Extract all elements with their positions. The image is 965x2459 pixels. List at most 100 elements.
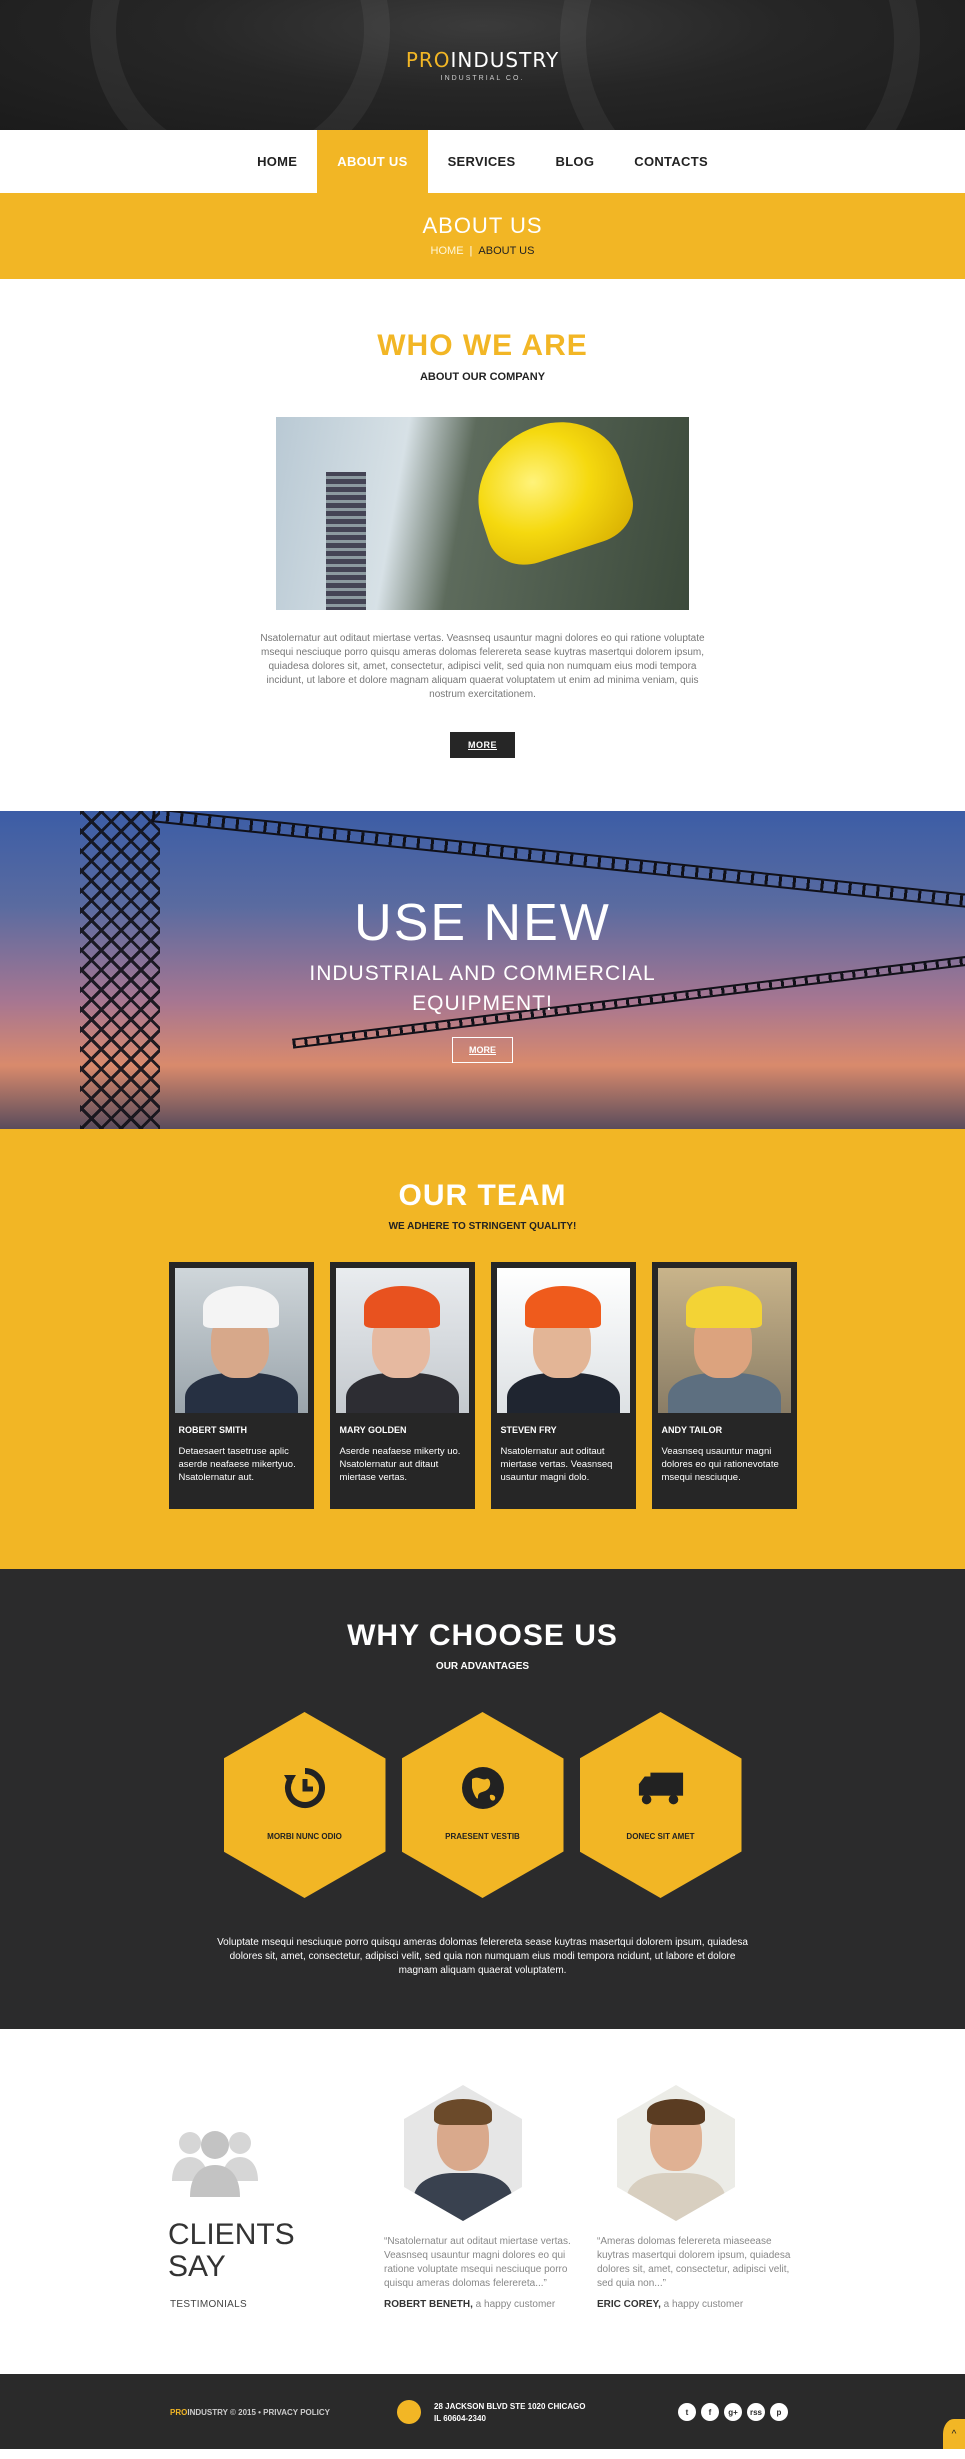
testimonial: “Ameras dolomas felerereta miaseease kuy… [597, 2085, 797, 2310]
banner-more-button[interactable]: MORE [452, 1037, 513, 1063]
logo[interactable]: PROINDUSTRY INDUSTRIAL CO. [0, 48, 965, 82]
testimonial-author: ROBERT BENETH, a happy customer [384, 2299, 584, 2310]
photo-hardhat [202, 1286, 279, 1328]
breadcrumb-separator: | [469, 245, 473, 257]
site-footer: PROINDUSTRY © 2015 • PRIVACY POLICY 28 J… [0, 2374, 965, 2449]
photo-body [667, 1373, 781, 1413]
client-avatar [404, 2085, 522, 2221]
rss-icon[interactable]: rss [747, 2403, 765, 2421]
breadcrumb: HOME | ABOUT US [0, 245, 965, 257]
team-member-name: ROBERT SMITH [178, 1425, 248, 1435]
testimonial-quote: “Nsatolernatur aut oditaut miertase vert… [384, 2236, 571, 2289]
breadcrumb-home[interactable]: HOME [431, 245, 464, 257]
nav-services[interactable]: SERVICES [428, 130, 536, 193]
globe-icon [397, 2400, 421, 2424]
team-member-name: ANDY TAILOR [661, 1425, 723, 1435]
avatar-hair [647, 2099, 705, 2125]
pinterest-icon[interactable]: p [770, 2403, 788, 2421]
team-card[interactable]: ANDY TAILOR Veasnseq usauntur magni dolo… [651, 1262, 797, 1509]
nav-about-us[interactable]: ABOUT US [317, 130, 428, 193]
more-button[interactable]: MORE [450, 732, 515, 758]
section-subtitle: WE ADHERE TO STRINGENT QUALITY! [388, 1221, 577, 1232]
author-name: ROBERT BENETH, [384, 2299, 473, 2310]
advantage-label: PRAESENT VESTIB [445, 1832, 520, 1841]
address: 28 JACKSON BLVD STE 1020 CHICAGO IL 6060… [434, 2401, 585, 2425]
main-nav: HOME ABOUT US SERVICES BLOG CONTACTS [0, 130, 965, 193]
photo-body [506, 1373, 620, 1413]
section-title: WHY CHOOSE US [347, 1619, 618, 1652]
advantages: MORBI NUNC ODIO PRAESENT VESTIB DONEC SI… [0, 1712, 965, 1898]
team-member-desc: Detaesaert tasetruse aplic aserde neafae… [178, 1446, 296, 1483]
banner-subline: INDUSTRIAL AND COMMERCIAL EQUIPMENT! [309, 962, 656, 1015]
section-subtitle: OUR ADVANTAGES [435, 1661, 530, 1672]
why-choose-us-section: WHY CHOOSE US OUR ADVANTAGES MORBI NUNC … [0, 1569, 965, 2029]
address-line: IL 60604-2340 [434, 2414, 486, 2423]
team-card[interactable]: ROBERT SMITH Detaesaert tasetruse aplic … [168, 1262, 314, 1509]
copyright-text[interactable]: INDUSTRY © 2015 • PRIVACY POLICY [187, 2408, 330, 2417]
photo-body [345, 1373, 459, 1413]
clients-title-line: CLIENTS [168, 2218, 295, 2251]
team-photo [335, 1268, 469, 1413]
users-group-icon [170, 2121, 260, 2201]
twitter-icon[interactable]: t [678, 2403, 696, 2421]
address-line: 28 JACKSON BLVD STE 1020 CHICAGO [434, 2402, 586, 2411]
author-name: ERIC COREY, [597, 2299, 661, 2310]
why-text: Voluptate msequi nesciuque porro quisqu … [217, 1937, 748, 1976]
team-photo [657, 1268, 791, 1413]
page-title: ABOUT US [422, 213, 543, 238]
facebook-icon[interactable]: f [701, 2403, 719, 2421]
avatar-suit [627, 2173, 725, 2221]
author-role: a happy customer [472, 2299, 556, 2310]
section-subtitle: ABOUT OUR COMPANY [419, 371, 546, 383]
nav-contacts[interactable]: CONTACTS [614, 130, 728, 193]
page-title-bar: ABOUT US HOME | ABOUT US [0, 193, 965, 279]
scroll-to-top-button[interactable]: ^ [943, 2419, 965, 2449]
clients-title-line: SAY [168, 2250, 226, 2283]
banner-headline: USE NEW [354, 894, 611, 952]
site-header: PROINDUSTRY INDUSTRIAL CO. [0, 0, 965, 130]
team-card[interactable]: STEVEN FRY Nsatolernatur aut oditaut mie… [490, 1262, 636, 1509]
logo-text: INDUSTRY [450, 48, 560, 72]
team-member-desc: Aserde neafaese mikerty uo. Nsatolernatu… [339, 1446, 461, 1483]
section-title: OUR TEAM [398, 1179, 567, 1212]
advantage-label: DONEC SIT AMET [626, 1832, 695, 1841]
clients-subtitle: TESTIMONIALS [170, 2299, 247, 2310]
team-member-name: STEVEN FRY [500, 1425, 557, 1435]
team-section: OUR TEAM WE ADHERE TO STRINGENT QUALITY!… [0, 1129, 965, 1569]
advantage-label: MORBI NUNC ODIO [267, 1832, 342, 1841]
team-member-name: MARY GOLDEN [339, 1425, 407, 1435]
team-cards: ROBERT SMITH Detaesaert tasetruse aplic … [0, 1262, 965, 1509]
helmet-graphic [459, 417, 643, 575]
breadcrumb-current: ABOUT US [478, 245, 535, 257]
section-title: WHO WE ARE [377, 329, 588, 362]
social-links: t f g+ rss p [678, 2403, 788, 2421]
nav-home[interactable]: HOME [237, 130, 317, 193]
crane-tower-graphic [80, 811, 160, 1129]
team-member-desc: Veasnseq usauntur magni dolores eo qui r… [661, 1446, 779, 1483]
testimonial-quote: “Ameras dolomas felerereta miaseease kuy… [597, 2236, 791, 2289]
advantage-item[interactable]: DONEC SIT AMET [579, 1712, 742, 1898]
footer-brand-highlight: PRO [170, 2408, 188, 2417]
clients-section: CLIENTS SAY TESTIMONIALS “Nsatolernatur … [0, 2029, 965, 2374]
advantage-item[interactable]: PRAESENT VESTIB [401, 1712, 564, 1898]
photo-hardhat [685, 1286, 762, 1328]
advantage-item[interactable]: MORBI NUNC ODIO [223, 1712, 386, 1898]
history-icon [281, 1764, 329, 1812]
avatar-hair [434, 2099, 492, 2125]
photo-body [184, 1373, 298, 1413]
author-role: a happy customer [660, 2299, 744, 2310]
photo-hardhat [363, 1286, 440, 1328]
globe-icon [459, 1764, 507, 1812]
photo-hardhat [524, 1286, 601, 1328]
building-graphic [326, 472, 366, 610]
nav-blog[interactable]: BLOG [536, 130, 615, 193]
clients-title: CLIENTS SAY [168, 2219, 295, 2283]
team-card[interactable]: MARY GOLDEN Aserde neafaese mikerty uo. … [329, 1262, 475, 1509]
logo-highlight: PRO [405, 48, 451, 72]
truck-icon [637, 1764, 685, 1812]
logo-tagline: INDUSTRIAL CO. [440, 75, 525, 82]
client-avatar [617, 2085, 735, 2221]
google-plus-icon[interactable]: g+ [724, 2403, 742, 2421]
team-photo [174, 1268, 308, 1413]
copyright: PROINDUSTRY © 2015 • PRIVACY POLICY [170, 2408, 330, 2417]
